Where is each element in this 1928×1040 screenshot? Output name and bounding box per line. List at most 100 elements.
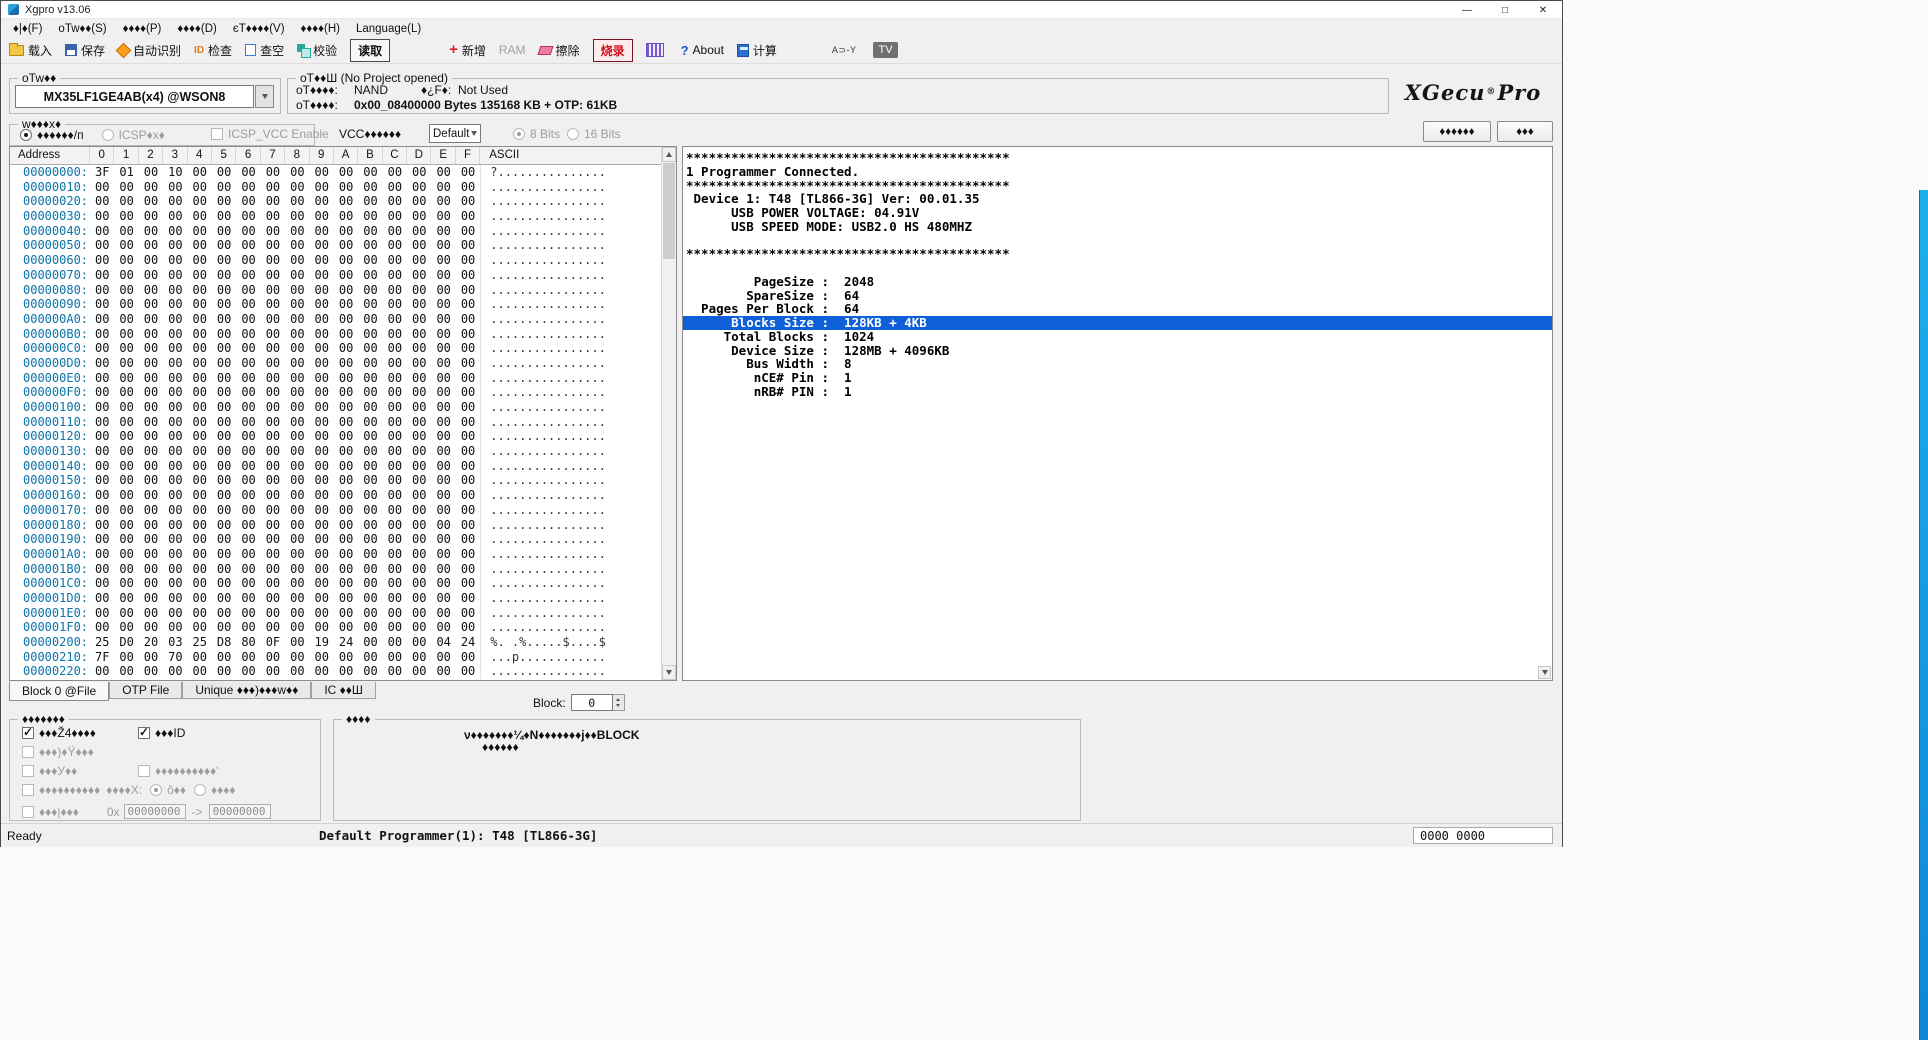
hex-byte[interactable]: 00 [431,356,455,371]
hex-byte[interactable]: 00 [261,562,285,577]
hex-byte[interactable]: 00 [310,620,334,635]
hex-byte[interactable]: 00 [261,180,285,195]
hex-byte[interactable]: 00 [212,620,236,635]
hex-byte[interactable]: 00 [431,297,455,312]
hex-byte[interactable]: 00 [431,165,455,180]
hex-byte[interactable]: 00 [310,606,334,621]
hex-byte[interactable]: 00 [188,503,212,518]
hex-byte[interactable]: 00 [334,400,358,415]
hex-row[interactable]: 00000100:0000000000000000000000000000000… [10,400,661,415]
hex-byte[interactable]: 00 [236,356,260,371]
hex-byte[interactable]: 00 [456,473,480,488]
hex-byte[interactable]: 00 [383,268,407,283]
hex-byte[interactable]: 00 [310,429,334,444]
hex-byte[interactable]: 00 [114,341,138,356]
hex-row[interactable]: 00000210:7F00007000000000000000000000000… [10,650,661,665]
hex-byte[interactable]: 0F [261,635,285,650]
hex-byte[interactable]: 00 [358,165,382,180]
hex-byte[interactable]: 00 [261,547,285,562]
hex-byte[interactable]: 00 [358,518,382,533]
hex-byte[interactable]: 00 [334,429,358,444]
maximize-button[interactable]: □ [1486,1,1524,19]
hex-byte[interactable]: 00 [334,180,358,195]
hex-byte[interactable]: 00 [285,532,309,547]
hex-byte[interactable]: 00 [334,297,358,312]
hex-byte[interactable]: 00 [407,268,431,283]
hex-byte[interactable]: 00 [163,194,187,209]
hex-byte[interactable]: 00 [188,415,212,430]
hex-byte[interactable]: 00 [407,209,431,224]
hex-byte[interactable]: 00 [358,488,382,503]
hex-byte[interactable]: 00 [285,415,309,430]
hex-byte[interactable]: 00 [163,547,187,562]
hex-byte[interactable]: 00 [90,415,114,430]
hex-byte[interactable]: 00 [114,268,138,283]
hex-byte[interactable]: 00 [114,591,138,606]
hex-byte[interactable]: 00 [139,429,163,444]
hex-byte[interactable]: 00 [212,209,236,224]
hex-row[interactable]: 000000E0:0000000000000000000000000000000… [10,371,661,386]
hex-byte[interactable]: 00 [212,327,236,342]
hex-byte[interactable]: 00 [114,547,138,562]
hex-byte[interactable]: 80 [236,635,260,650]
hex-byte[interactable]: 00 [431,415,455,430]
hex-byte[interactable]: 00 [212,459,236,474]
hex-byte[interactable]: 00 [188,224,212,239]
hex-byte[interactable]: 00 [310,341,334,356]
hex-byte[interactable]: 00 [407,224,431,239]
hex-byte[interactable]: 00 [456,415,480,430]
hex-byte[interactable]: 00 [456,371,480,386]
hex-byte[interactable]: 00 [310,385,334,400]
hex-byte[interactable]: 00 [114,606,138,621]
hex-byte[interactable]: 00 [163,459,187,474]
hex-byte[interactable]: 00 [188,532,212,547]
hex-byte[interactable]: 00 [114,518,138,533]
hex-byte[interactable]: 00 [90,532,114,547]
hex-byte[interactable]: 00 [358,532,382,547]
hex-byte[interactable]: 01 [114,165,138,180]
hex-byte[interactable]: 00 [236,283,260,298]
hex-byte[interactable]: 00 [456,591,480,606]
hex-byte[interactable]: 00 [139,238,163,253]
hex-byte[interactable]: 00 [163,371,187,386]
hex-row[interactable]: 000001E0:0000000000000000000000000000000… [10,606,661,621]
hex-byte[interactable]: 00 [212,532,236,547]
hex-byte[interactable]: 00 [285,283,309,298]
hex-byte[interactable]: 03 [163,635,187,650]
hex-byte[interactable]: 00 [90,356,114,371]
hex-byte[interactable]: 00 [236,459,260,474]
hex-byte[interactable]: 00 [236,268,260,283]
hex-byte[interactable]: 00 [407,547,431,562]
hex-byte[interactable]: 00 [285,488,309,503]
row4-radio-b[interactable]: ♦♦♦♦ [194,783,236,797]
hex-byte[interactable]: 00 [407,253,431,268]
hex-byte[interactable]: 00 [188,400,212,415]
hex-byte[interactable]: 00 [407,444,431,459]
hex-byte[interactable]: 00 [407,238,431,253]
hex-byte[interactable]: 00 [358,591,382,606]
hex-byte[interactable]: 00 [114,473,138,488]
hex-byte[interactable]: 00 [383,253,407,268]
hex-byte[interactable]: 00 [383,518,407,533]
hex-byte[interactable]: 00 [114,224,138,239]
hex-byte[interactable]: 00 [163,356,187,371]
hex-byte[interactable]: 00 [310,180,334,195]
hex-byte[interactable]: 00 [383,606,407,621]
hex-byte[interactable]: 00 [261,532,285,547]
hex-byte[interactable]: 00 [212,297,236,312]
hex-byte[interactable]: 00 [212,238,236,253]
hex-byte[interactable]: 00 [358,224,382,239]
hex-byte[interactable]: 00 [431,238,455,253]
hex-byte[interactable]: 00 [431,180,455,195]
hex-byte[interactable]: 00 [212,650,236,665]
hex-byte[interactable]: 00 [163,400,187,415]
hex-byte[interactable]: 00 [431,429,455,444]
hex-byte[interactable]: 00 [261,518,285,533]
hex-byte[interactable]: 00 [139,371,163,386]
hex-byte[interactable]: 00 [163,532,187,547]
hex-row[interactable]: 000000D0:0000000000000000000000000000000… [10,356,661,371]
hex-byte[interactable]: 00 [456,253,480,268]
hex-byte[interactable]: 00 [383,312,407,327]
hex-byte[interactable]: 00 [285,635,309,650]
hex-byte[interactable]: 00 [163,268,187,283]
